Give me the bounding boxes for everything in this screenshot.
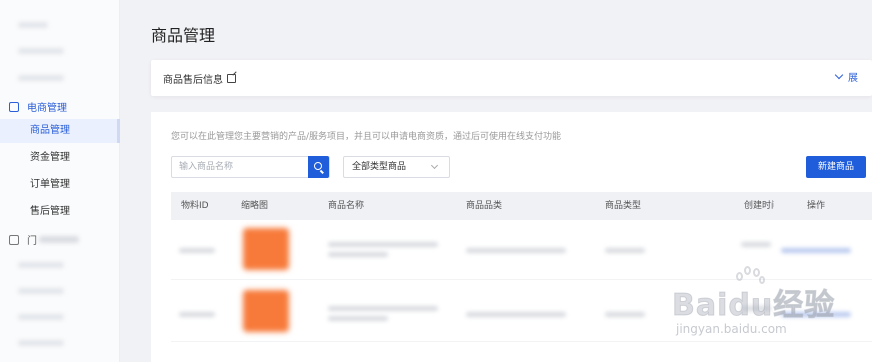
- sidebar-blurred-text: [39, 236, 79, 243]
- sidebar-item-order-management[interactable]: 订单管理: [0, 173, 120, 197]
- blurred-cell: [328, 242, 438, 247]
- sidebar-blurred-item: [18, 262, 64, 268]
- sidebar: 电商管理 商品管理 资金管理 订单管理 售后管理 门: [0, 0, 120, 362]
- blurred-cell: [741, 242, 771, 247]
- sidebar-item-label: 商品管理: [30, 125, 70, 136]
- layout-icon: [9, 234, 19, 245]
- blurred-cell: [328, 252, 388, 257]
- product-search: [171, 156, 330, 178]
- sidebar-item-label: 售后管理: [30, 206, 70, 217]
- blurred-cell: [328, 316, 388, 321]
- search-input[interactable]: [172, 157, 309, 177]
- expand-toggle[interactable]: 展: [834, 69, 858, 84]
- sidebar-blurred-item: [18, 314, 64, 320]
- card-title: 商品售后信息: [163, 71, 236, 86]
- edit-icon[interactable]: [227, 74, 236, 83]
- watermark-logo-text: Baidu经验: [671, 288, 836, 324]
- sidebar-blurred-item: [18, 48, 64, 54]
- expand-toggle-label: 展: [848, 73, 858, 84]
- sidebar-item-product-management[interactable]: 商品管理: [0, 119, 120, 143]
- blurred-cell: [466, 248, 566, 253]
- row-actions[interactable]: [781, 248, 851, 253]
- panel-description: 您可以在此管理您主要营销的产品/服务项目，并且可以申请电商资质，通过后可使用在线…: [171, 132, 562, 142]
- sidebar-section-label: 门: [27, 236, 37, 247]
- column-header: 操作: [807, 201, 826, 211]
- sidebar-blurred-item: [18, 22, 48, 28]
- new-product-button[interactable]: 新建商品: [806, 156, 866, 178]
- chevron-down-icon: [430, 161, 439, 170]
- sidebar-item-fund-management[interactable]: 资金管理: [0, 146, 120, 170]
- blurred-cell: [605, 312, 645, 317]
- sidebar-section-label: 电商管理: [27, 103, 67, 114]
- sidebar-item-aftersale-management[interactable]: 售后管理: [0, 200, 120, 224]
- product-thumbnail: [243, 228, 289, 270]
- column-header: 商品名称: [328, 201, 365, 211]
- product-thumbnail: [243, 290, 289, 332]
- sidebar-item-label: 资金管理: [30, 152, 70, 163]
- store-icon: [9, 101, 19, 112]
- blurred-cell: [328, 306, 438, 311]
- column-header: 商品类型: [605, 201, 642, 211]
- table-header: 物料ID 缩略图 商品名称 商品品类 商品类型 创建时间 操作: [171, 192, 872, 220]
- chevron-down-icon: [834, 70, 844, 80]
- column-header: 缩略图: [241, 201, 269, 211]
- column-header: 创建时间: [744, 201, 774, 211]
- watermark-url: jingyan.baidu.com: [676, 322, 787, 336]
- card-title-text: 商品售后信息: [163, 75, 223, 86]
- search-button[interactable]: [308, 156, 329, 178]
- select-value: 全部类型商品: [352, 162, 407, 172]
- column-header: 商品品类: [466, 201, 503, 211]
- aftersale-info-card: 商品售后信息 展: [151, 60, 872, 96]
- product-type-select[interactable]: 全部类型商品: [343, 156, 450, 178]
- search-icon: [314, 162, 323, 170]
- blurred-cell: [466, 312, 566, 317]
- blurred-cell: [605, 248, 645, 253]
- watermark: Baidu经验 jingyan.baidu.com: [668, 262, 868, 357]
- sidebar-item-label: 订单管理: [30, 179, 70, 190]
- blurred-cell: [179, 312, 215, 317]
- sidebar-section-ecommerce[interactable]: 电商管理: [0, 99, 120, 114]
- sidebar-section-store[interactable]: 门: [9, 232, 79, 247]
- sidebar-blurred-item: [18, 340, 64, 346]
- column-header: 物料ID: [181, 201, 209, 211]
- page-title: 商品管理: [151, 26, 216, 45]
- sidebar-blurred-item: [18, 288, 64, 294]
- blurred-cell: [179, 248, 215, 253]
- sidebar-blurred-item: [18, 75, 64, 81]
